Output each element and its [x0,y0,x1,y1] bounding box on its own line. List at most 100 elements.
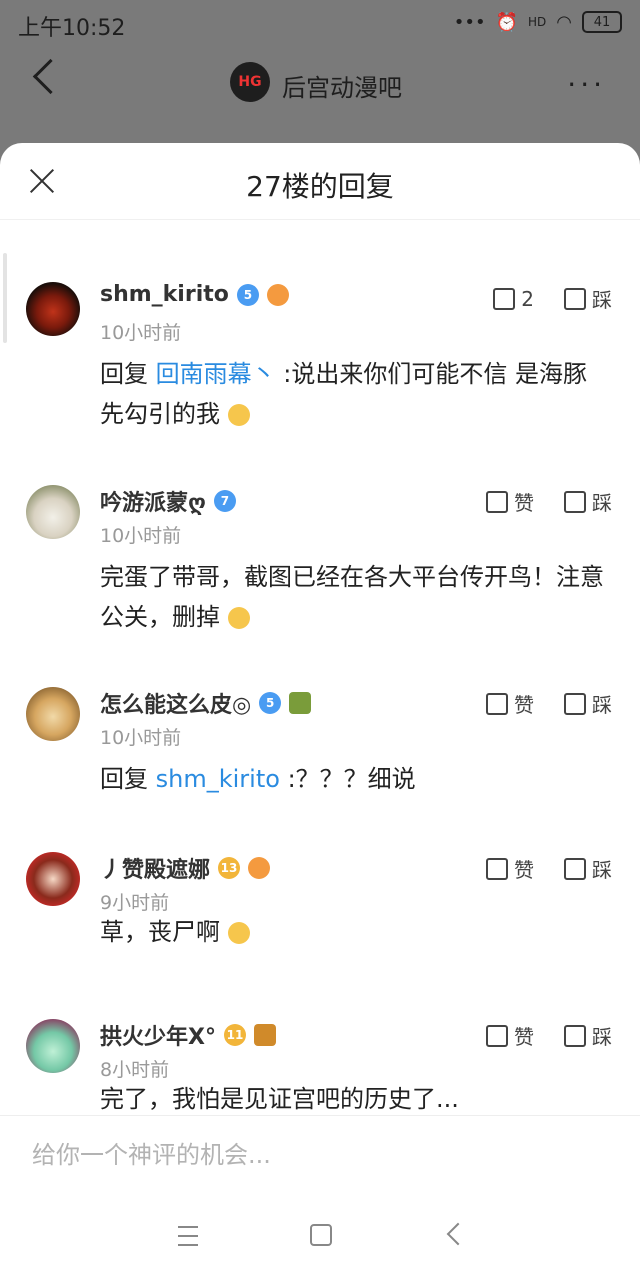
more-status-icon: ••• [453,11,486,33]
thumbs-up-icon [486,857,508,880]
reply-sheet: 27楼的回复 shm_kirito 5 10小时前 2 踩 回复 回南雨幕丶 :… [0,143,640,1280]
status-bar: 上午10:52 ••• ⏰ HD ◠ 41 [0,0,640,46]
dislike-button[interactable]: 踩 [564,284,612,313]
thumbs-down-icon [564,490,586,513]
comment-body: 草，丧尸啊 [100,918,220,946]
username[interactable]: shm_kirito [100,282,229,307]
highlight-marker [3,253,7,343]
recent-apps-icon[interactable] [178,1226,198,1246]
dislike-button[interactable]: 踩 [564,689,612,718]
username[interactable]: 拱火少年X° [100,1019,216,1051]
thumbs-up-icon [486,1024,508,1047]
like-button[interactable]: 赞 [486,1021,534,1050]
forum-name[interactable]: 后宫动漫吧 [282,68,402,103]
avatar[interactable] [26,687,80,741]
avatar[interactable] [26,1019,80,1073]
like-label: 赞 [514,858,534,882]
username[interactable]: 怎么能这么皮◎ [100,687,251,719]
system-nav-bar [0,1194,640,1280]
comment-body: :？？？细说 [287,765,416,793]
thumbs-down-icon [564,287,586,310]
comment-input-bar [0,1115,640,1195]
sheet-title: 27楼的回复 [246,170,394,203]
like-button[interactable]: 赞 [486,854,534,883]
like-button[interactable]: 赞 [486,487,534,516]
laugh-emoji-icon [227,922,250,944]
back-icon[interactable] [32,58,69,95]
user-row: 拱火少年X° 11 [100,1019,276,1051]
dislike-label: 踩 [592,1025,612,1049]
like-count: 2 [521,286,534,311]
comment-body: 完了，我怕是见证宫吧的历史了... [100,1085,459,1113]
wifi-icon: ◠ [556,11,572,33]
signal-icon: HD [528,15,547,29]
nav-back-icon[interactable] [446,1222,470,1246]
comment-text: 回复 回南雨幕丶 :说出来你们可能不信 是海豚先勾引的我 [100,354,610,434]
dislike-button[interactable]: 踩 [564,854,612,883]
dislike-label: 踩 [592,693,612,717]
comment-input[interactable] [30,1140,614,1170]
user-row: 怎么能这么皮◎ 5 [100,687,312,719]
dislike-button[interactable]: 踩 [564,487,612,516]
comment-time: 10小时前 [100,727,182,749]
comment-text: 完了，我怕是见证宫吧的历史了... [100,1079,610,1115]
avatar[interactable] [26,852,80,906]
laugh-emoji-icon [227,607,250,629]
comment-list[interactable]: shm_kirito 5 10小时前 2 踩 回复 回南雨幕丶 :说出来你们可能… [0,220,640,1115]
level-badge: 11 [223,1024,246,1046]
like-label: 赞 [514,693,534,717]
comment-time: 9小时前 [100,892,170,914]
dislike-button[interactable]: 踩 [564,1021,612,1050]
dislike-label: 踩 [592,858,612,882]
thumbs-down-icon [564,1024,586,1047]
like-label: 赞 [514,1025,534,1049]
avatar[interactable] [26,485,80,539]
thumbs-up-icon [486,490,508,513]
level-badge: 7 [213,490,236,512]
shy-emoji-icon [227,404,250,426]
comment-text: 草，丧尸啊 [100,912,610,952]
user-row: 吟游派蒙ღ 7 [100,485,236,517]
reply-prefix: 回复 [100,360,148,388]
reply-prefix: 回复 [100,765,148,793]
thumbs-down-icon [564,692,586,715]
comment-actions: 赞 踩 [486,854,612,883]
battery-icon: 41 [582,11,622,33]
star-badge-icon [253,1024,276,1046]
dislike-label: 踩 [592,288,612,312]
comment-time: 10小时前 [100,322,182,344]
user-row: shm_kirito 5 [100,282,289,307]
level-badge: 5 [236,283,259,306]
mention-link[interactable]: shm_kirito [156,765,280,793]
comment-time: 10小时前 [100,525,182,547]
fire-badge-icon [266,283,289,306]
dislike-label: 踩 [592,491,612,515]
comment-actions: 赞 踩 [486,487,612,516]
thumbs-down-icon [564,857,586,880]
comment-actions: 赞 踩 [486,689,612,718]
more-options-icon[interactable]: ··· [567,68,606,101]
sheet-header: 27楼的回复 [0,143,640,220]
comment-actions: 赞 踩 [486,1021,612,1050]
status-icons: ••• ⏰ HD ◠ 41 [454,11,622,33]
like-label: 赞 [514,491,534,515]
mention-link[interactable]: 回南雨幕丶 [156,360,276,388]
status-time: 上午10:52 [18,16,126,41]
fire-badge-icon [248,857,271,879]
username[interactable]: 吟游派蒙ღ [100,485,206,517]
comment-body: 完蛋了带哥，截图已经在各大平台传开鸟！注意公关，删掉 [100,563,604,631]
user-row: 丿赞殿遮娜 13 [100,852,271,884]
comment-text: 完蛋了带哥，截图已经在各大平台传开鸟！注意公关，删掉 [100,557,610,637]
username[interactable]: 丿赞殿遮娜 [100,852,210,884]
like-button[interactable]: 赞 [486,689,534,718]
level-badge: 13 [218,857,241,879]
level-badge: 5 [259,692,282,714]
alarm-icon: ⏰ [495,11,519,33]
avatar[interactable] [26,282,80,336]
forum-logo: HG [230,62,270,102]
forum-header: HG 后宫动漫吧 ··· [0,46,640,126]
comment-time: 8小时前 [100,1059,170,1081]
like-button[interactable]: 2 [493,284,534,313]
star-badge-icon [289,692,312,714]
home-icon[interactable] [310,1224,332,1246]
